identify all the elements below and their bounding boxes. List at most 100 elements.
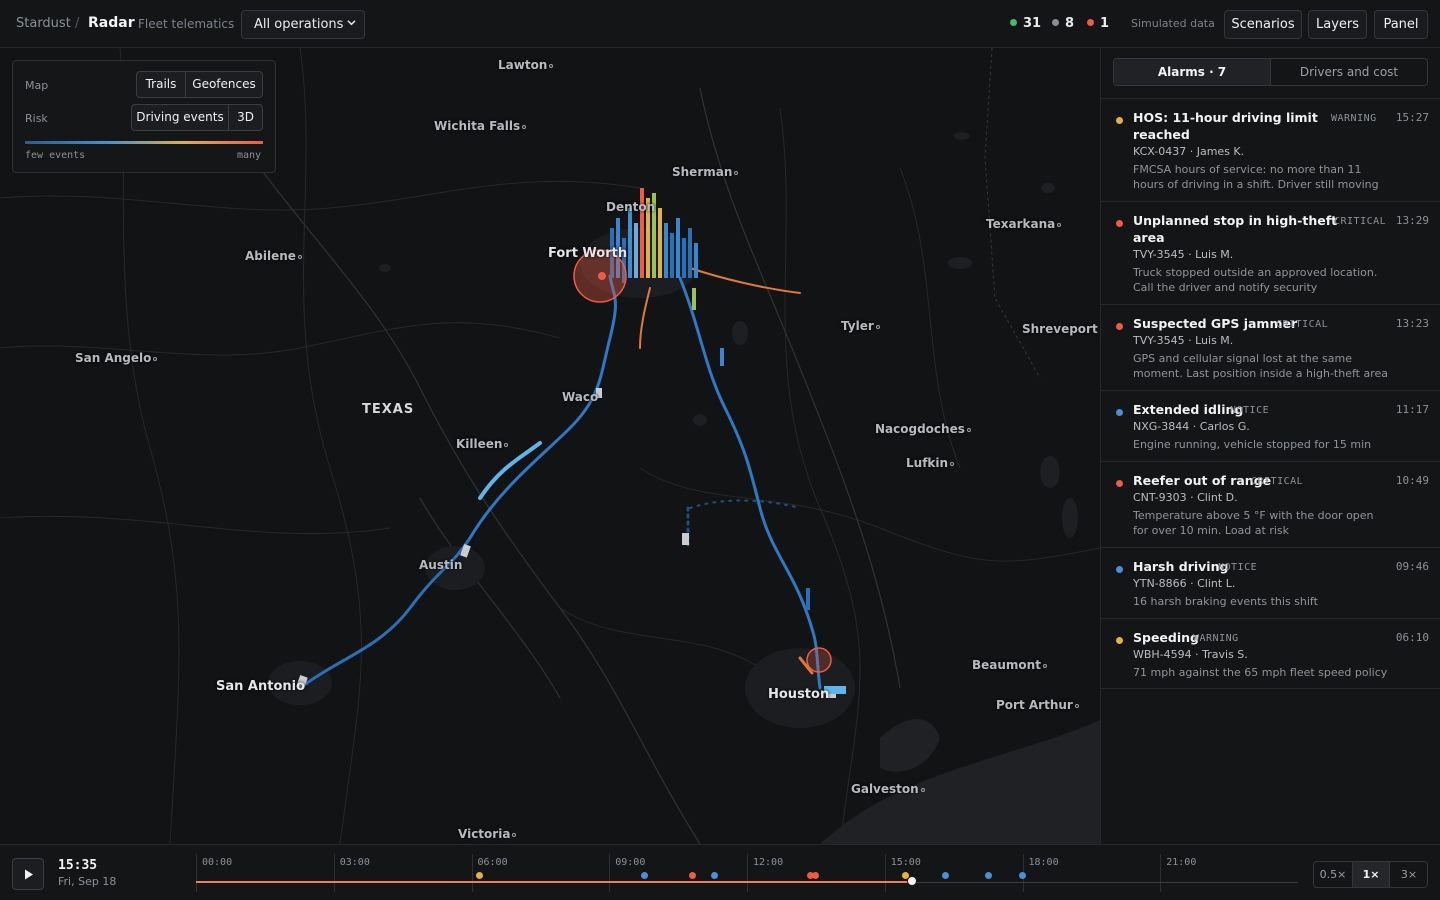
city-label[interactable]: Houston — [768, 687, 829, 702]
city-label[interactable]: Nacogdoches — [875, 422, 971, 436]
city-label[interactable]: Lawton — [498, 58, 554, 72]
alarm-severity: WARNING — [1331, 113, 1377, 124]
city-label[interactable]: Port Arthur — [996, 698, 1079, 712]
city-label[interactable]: Shreveport — [1022, 322, 1100, 336]
play-icon — [25, 869, 33, 880]
alarm-time: 11:17 — [1395, 403, 1429, 416]
alarm-description: 16 harsh braking events this shift — [1133, 595, 1318, 608]
timeline-event-marker[interactable] — [640, 872, 648, 879]
alarm-item[interactable]: Unplanned stop in high-theft area CRITICA… — [1101, 201, 1440, 304]
alarm-time: 13:29 — [1395, 214, 1429, 227]
timeline-tick-line — [471, 854, 473, 892]
timeline-event-marker[interactable] — [475, 872, 483, 879]
breadcrumb-brand[interactable]: Stardust — [16, 16, 71, 31]
city-label[interactable]: Abilene — [245, 249, 302, 263]
operations-select[interactable]: All operations — [241, 10, 365, 39]
page-title: Radar — [88, 15, 135, 31]
alarm-vehicle: WBH-4594 · Travis S. — [1133, 648, 1248, 661]
risk-scale-bar — [25, 141, 263, 144]
alarm-title: Harsh driving — [1133, 559, 1229, 574]
city-label[interactable]: Sherman — [672, 165, 739, 179]
status-dot-green — [1010, 19, 1017, 26]
alarm-item[interactable]: Reefer out of range CRITICAL 10:49 CNT-9… — [1101, 461, 1440, 547]
risk-scale-high: many — [237, 150, 262, 161]
city-label[interactable]: Denton — [606, 200, 655, 214]
current-time: 15:35 — [58, 858, 98, 873]
timeline-event-marker[interactable] — [942, 872, 950, 879]
speed-1x-button[interactable]: 1× — [1352, 862, 1390, 887]
city-label[interactable]: Waco — [562, 390, 598, 404]
alarm-item[interactable]: Extended idling NOTICE 11:17 NXG-3844 · … — [1101, 390, 1440, 461]
timeline-tick-line — [609, 854, 611, 892]
status-dot-red — [1087, 19, 1094, 26]
page-subtitle: Fleet telematics — [138, 17, 235, 31]
layers-button[interactable]: Layers — [1308, 10, 1367, 39]
panel-button[interactable]: Panel — [1374, 10, 1428, 39]
alarm-item[interactable]: Suspected GPS jammer CRITICAL 13:23 TVY-… — [1101, 304, 1440, 390]
timeline-event-marker[interactable] — [710, 872, 718, 879]
city-label[interactable]: Victoria — [458, 827, 517, 841]
severity-dot — [1116, 566, 1123, 573]
alarm-time: 10:49 — [1395, 474, 1429, 487]
timeline-event-marker[interactable] — [1019, 872, 1026, 879]
alarm-vehicle: TVY-3545 · Luis M. — [1133, 334, 1234, 347]
panel-tabs: Alarms · 7 Drivers and cost — [1113, 58, 1428, 86]
timeline-tick-line — [747, 854, 748, 892]
timeline-event-marker[interactable] — [984, 872, 992, 879]
city-label[interactable]: Beaumont — [972, 658, 1047, 672]
timeline-tick-label: 12:00 — [753, 857, 784, 868]
alarm-description: Temperature above 5 °F with the door ope… — [1133, 509, 1374, 537]
speed-0-5x-button[interactable]: 0.5× — [1314, 862, 1352, 887]
driving-events-toggle[interactable]: Driving events — [131, 104, 229, 131]
alarm-time: 06:10 — [1395, 631, 1429, 644]
city-label[interactable]: San Antonio — [216, 679, 305, 694]
geofences-toggle[interactable]: Geofences — [185, 71, 263, 98]
city-label[interactable]: Austin — [419, 558, 462, 572]
breadcrumb-separator: / — [75, 16, 80, 31]
alarm-item[interactable]: Harsh driving NOTICE 09:46 YTN-8866 · Cl… — [1101, 547, 1440, 618]
timeline-tick-line — [196, 854, 197, 892]
alarm-vehicle: YTN-8866 · Clint L. — [1133, 577, 1236, 590]
alarm-severity: NOTICE — [1230, 405, 1270, 416]
alarm-vehicle: TVY-3545 · Luis M. — [1133, 248, 1234, 261]
speed-3x-button[interactable]: 3× — [1390, 862, 1427, 887]
city-label[interactable]: San Angelo — [75, 351, 158, 365]
state-label: TEXAS — [362, 402, 415, 417]
city-label[interactable]: Lufkin — [906, 456, 955, 470]
alarm-title: Unplanned stop in high-theft area — [1133, 213, 1338, 245]
alarm-vehicle: KCX-0437 · James K. — [1133, 145, 1245, 158]
timeline-tick-label: 18:00 — [1028, 857, 1059, 868]
alarm-item[interactable]: HOS: 11-hour driving limit reached WARNIN… — [1101, 98, 1440, 201]
alarm-title: Suspected GPS jammer — [1133, 316, 1298, 331]
timeline-event-marker[interactable] — [689, 872, 697, 879]
city-label[interactable]: Killeen — [456, 437, 509, 451]
timeline-tick-label: 15:00 — [890, 857, 921, 868]
tab-drivers-cost[interactable]: Drivers and cost — [1270, 59, 1427, 85]
timeline-bar: 15:35 Fri, Sep 18 00:00 03:00 06:00 09:00 12… — [0, 844, 1440, 900]
simulated-data-label: Simulated data — [1131, 17, 1215, 30]
city-label[interactable]: Tyler — [841, 319, 880, 333]
alarm-description: Engine running, vehicle stopped for 15 m… — [1133, 438, 1372, 451]
alarm-severity: CRITICAL — [1276, 319, 1329, 330]
city-label[interactable]: Wichita Falls — [434, 119, 527, 133]
city-label[interactable]: Texarkana — [986, 217, 1062, 231]
alarm-vehicle: NXG-3844 · Carlos G. — [1133, 420, 1250, 433]
alarm-vehicle: CNT-9303 · Clint D. — [1133, 491, 1238, 504]
city-label[interactable]: Fort Worth — [548, 246, 627, 261]
city-label[interactable]: Galveston — [851, 782, 925, 796]
alarm-severity: CRITICAL — [1251, 476, 1304, 487]
tab-alarms[interactable]: Alarms · 7 — [1114, 59, 1270, 85]
trails-toggle[interactable]: Trails — [136, 71, 186, 98]
counter-alert: 1 — [1087, 16, 1109, 31]
alarm-severity: WARNING — [1193, 633, 1239, 644]
3d-toggle[interactable]: 3D — [228, 104, 263, 131]
timeline-event-marker[interactable] — [811, 872, 819, 879]
timeline-tick-label: 00:00 — [202, 857, 233, 868]
severity-dot — [1116, 220, 1123, 227]
play-button[interactable] — [12, 858, 44, 890]
timeline-scrubber-handle[interactable] — [906, 876, 917, 886]
alarm-item[interactable]: Speeding WARNING 06:10 WBH-4594 · Travis… — [1101, 618, 1440, 689]
alarm-description: Truck stopped outside an approved locati… — [1133, 266, 1378, 294]
severity-dot — [1116, 409, 1123, 416]
scenarios-button[interactable]: Scenarios — [1224, 10, 1302, 39]
